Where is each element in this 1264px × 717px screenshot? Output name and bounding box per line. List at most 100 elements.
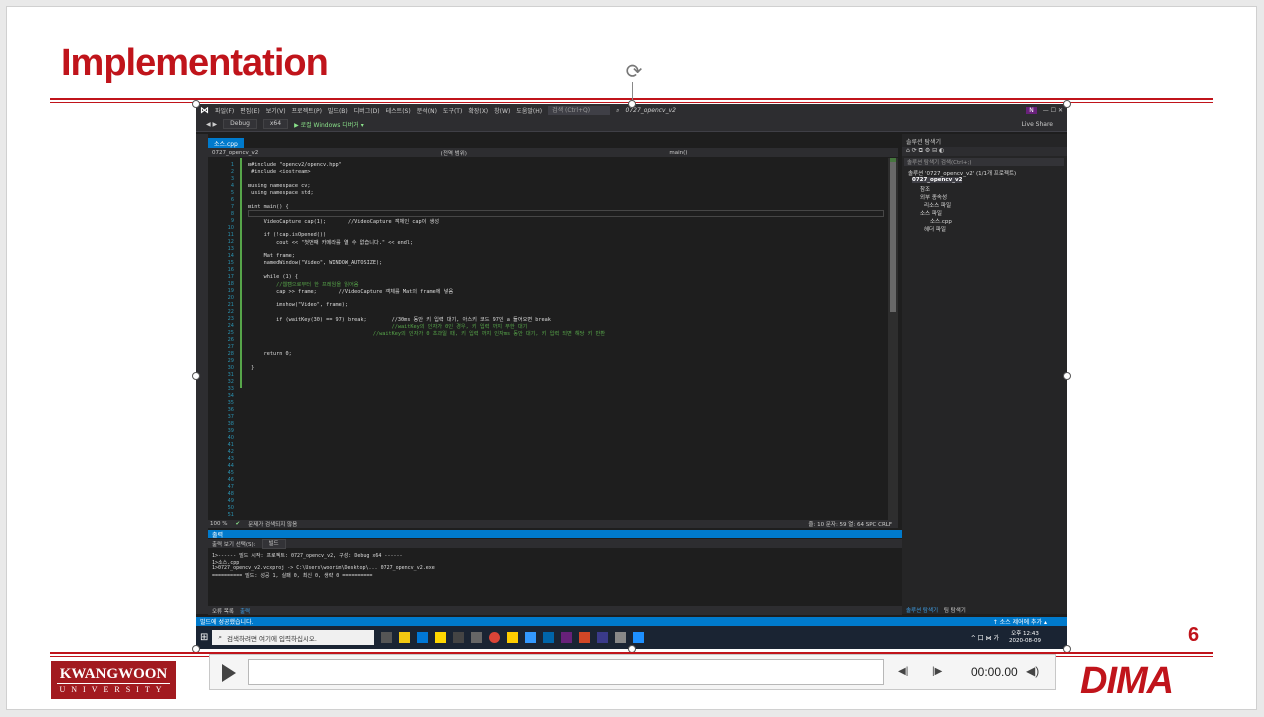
timeline-slider[interactable] [248, 659, 884, 685]
tree-header-files[interactable]: 헤더 파일 [924, 225, 946, 233]
line-number: 27 [227, 344, 234, 350]
tab-team-explorer[interactable]: 팀 탐색기 [944, 608, 966, 614]
line-number: 44 [227, 463, 234, 469]
solution-toolbar[interactable]: ⌂ ⟳ ⧉ ⚙ ⊟ ◐ [902, 147, 1067, 156]
tree-source-files[interactable]: 소스 파일 [920, 209, 942, 217]
code-editor[interactable]: 소스.cpp 0727_opencv_v2 (전역 범위) main() 123… [208, 134, 898, 520]
menu-edit[interactable]: 편집(E) [240, 106, 260, 115]
app2-icon[interactable] [597, 632, 609, 643]
tree-references[interactable]: 참조 [920, 185, 930, 193]
menu-project[interactable]: 프로젝트(P) [292, 106, 322, 115]
vs-search-input[interactable]: 검색 (Ctrl+Q) [548, 106, 611, 115]
tree-project[interactable]: 0727_opencv_v2 [912, 177, 963, 183]
store-icon[interactable] [417, 632, 429, 643]
vs-solution-name: 0727_opencv_v2 [625, 107, 676, 114]
vs-screenshot[interactable]: ⋈ 파일(F) 편집(E) 보기(V) 프로젝트(P) 빌드(B) 디버그(D)… [196, 104, 1067, 649]
tab-output[interactable]: 출력 [240, 607, 250, 615]
user-badge[interactable]: N [1026, 107, 1037, 114]
resize-handle-mr[interactable] [1063, 372, 1071, 380]
output-tabs: 오류 목록 출력 [208, 606, 902, 615]
taskbar-search-input[interactable]: ⌕ 검색하려면 여기에 입력하십시오. [212, 630, 375, 645]
code-line: using namespace std; [248, 190, 314, 196]
resize-handle-tc[interactable] [628, 100, 636, 108]
menu-file[interactable]: 파일(F) [215, 106, 234, 115]
nav-scope[interactable]: (전역 범위) [441, 149, 670, 157]
line-number: 28 [227, 351, 234, 357]
menu-debug[interactable]: 디버그(D) [354, 106, 380, 115]
tree-solution[interactable]: 솔루션 '0727_opencv_v2' (1/1개 프로젝트) [908, 169, 1016, 177]
play-button[interactable] [222, 664, 236, 682]
camera-icon[interactable] [633, 632, 645, 643]
taskbar-clock[interactable]: 오후 12:43 2020-08-09 [1009, 631, 1041, 645]
visual-studio-icon[interactable] [561, 632, 573, 643]
tree-source-cpp[interactable]: 소스.cpp [930, 217, 952, 225]
line-number: 10 [227, 225, 234, 231]
rotate-handle-icon[interactable]: ⟳ [622, 60, 646, 84]
solution-search-input[interactable]: 솔루션 탐색기 검색(Ctrl+;) [904, 158, 1064, 166]
line-number: 20 [227, 295, 234, 301]
live-share-button[interactable]: Live Share [1022, 121, 1053, 128]
scrollbar-thumb[interactable] [890, 162, 896, 312]
nav-back-icon[interactable]: ◀ ▶ [206, 121, 217, 128]
volume-icon[interactable]: ◀) [1026, 664, 1039, 678]
kwangwoon-logo: KWANGWOON UNIVERSITY [51, 661, 176, 699]
output-toolbar: 출력 보기 선택(S): 빌드 [208, 538, 902, 549]
code-line: if (waitKey(30) == 97) break; //30ms 동안 … [248, 317, 551, 323]
windows-start-icon[interactable]: ⊞ [200, 632, 208, 643]
menu-build[interactable]: 빌드(B) [328, 106, 348, 115]
menu-view[interactable]: 보기(V) [266, 106, 286, 115]
code-line: ⊟int main() { [248, 204, 289, 210]
menu-test[interactable]: 테스트(S) [386, 106, 411, 115]
window-controls-icon[interactable]: — ☐ ✕ [1043, 107, 1063, 114]
app3-icon[interactable] [615, 632, 627, 643]
chrome-icon[interactable] [489, 632, 501, 643]
resize-handle-tr[interactable] [1063, 100, 1071, 108]
line-number: 32 [227, 379, 234, 385]
vscode-icon[interactable] [543, 632, 555, 643]
tree-resource-files[interactable]: 리소스 파일 [924, 201, 951, 209]
terminal-icon[interactable] [453, 632, 465, 643]
menu-window[interactable]: 창(W) [494, 106, 510, 115]
line-number: 22 [227, 309, 234, 315]
run-debugger-button[interactable]: ▶ 로컬 Windows 디버거 ▾ [294, 120, 364, 129]
line-number: 3 [230, 176, 234, 182]
skip-back-icon[interactable]: ◀| [898, 666, 908, 677]
platform-select[interactable]: x64 [262, 119, 289, 129]
tab-error-list[interactable]: 오류 목록 [212, 607, 234, 615]
kakaotalk-icon[interactable] [507, 632, 519, 643]
file-explorer-icon[interactable] [399, 632, 411, 643]
calculator-icon[interactable] [471, 632, 483, 643]
output-source-select[interactable]: 빌드 [261, 538, 286, 549]
zoom-level[interactable]: 100 % [210, 521, 227, 527]
task-view-icon[interactable] [381, 632, 393, 643]
system-tray[interactable]: ^ 口 ⋈ 가 [971, 633, 999, 642]
line-number: 5 [230, 190, 234, 196]
line-number: 9 [230, 218, 234, 224]
resize-handle-ml[interactable] [192, 372, 200, 380]
config-select[interactable]: Debug [223, 119, 257, 129]
skip-forward-icon[interactable]: |▶ [932, 666, 942, 677]
line-number: 42 [227, 449, 234, 455]
clock-time: 오후 12:43 [1011, 630, 1039, 637]
tab-solution-explorer[interactable]: 솔루션 탐색기 [906, 608, 938, 614]
code-area[interactable]: ⊟#include "opencv2/opencv.hpp" #include … [248, 158, 878, 520]
menu-tools[interactable]: 도구(T) [443, 106, 462, 115]
sticky-notes-icon[interactable] [435, 632, 447, 643]
menu-extensions[interactable]: 확장(X) [468, 106, 488, 115]
source-control-button[interactable]: ↑ 소스 제어에 추가 ▴ [993, 617, 1047, 626]
menu-help[interactable]: 도움말(H) [516, 106, 542, 115]
nav-project[interactable]: 0727_opencv_v2 [212, 150, 441, 156]
line-number: 25 [227, 330, 234, 336]
tree-external-deps[interactable]: 외부 종속성 [920, 193, 947, 201]
code-line: while (1) { [248, 274, 298, 280]
code-line: cap >> frame; //VideoCapture 객체를 Mat의 fr… [248, 289, 454, 295]
resize-handle-tl[interactable] [192, 100, 200, 108]
app-icon[interactable] [525, 632, 537, 643]
menu-analyze[interactable]: 분석(N) [417, 106, 437, 115]
output-text[interactable]: 1>------ 빌드 시작: 프로젝트: 0727_opencv_v2, 구성… [208, 549, 902, 599]
nav-function[interactable]: main() [669, 150, 898, 156]
line-number: 2 [230, 169, 234, 175]
powerpoint-icon[interactable] [579, 632, 591, 643]
cursor-position: 줄: 10 문자: 59 열: 64 SPC CRLF [808, 522, 892, 528]
editor-scrollbar[interactable] [888, 158, 898, 520]
